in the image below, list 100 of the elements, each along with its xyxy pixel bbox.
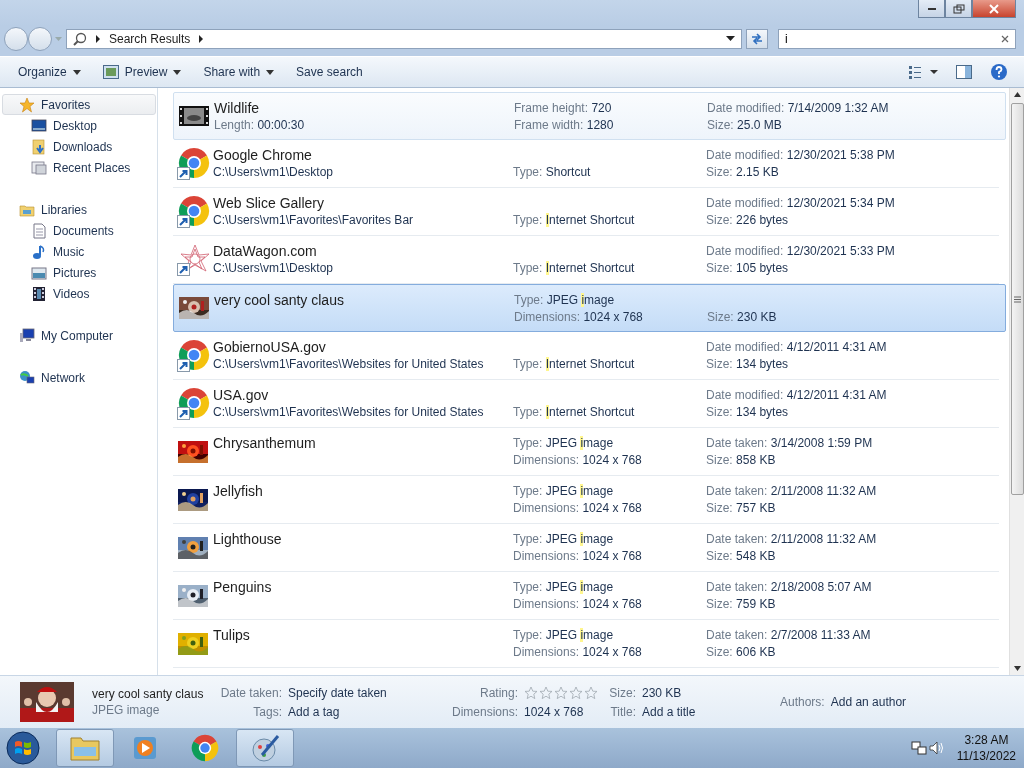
field-label: Size:	[608, 685, 636, 700]
browser-shortcut-icon	[176, 386, 210, 421]
nav-item[interactable]: Pictures	[2, 262, 156, 283]
property-text: Size: 548 KB	[706, 548, 777, 565]
scroll-down-icon[interactable]	[1013, 666, 1021, 671]
nav-item[interactable]: Music	[2, 241, 156, 262]
property-text: Dimensions: 1024 x 768	[513, 596, 643, 613]
document-icon	[31, 222, 47, 239]
toolbar-button[interactable]: Organize	[10, 60, 89, 84]
nav-item[interactable]: Downloads	[2, 136, 156, 157]
rating-stars[interactable]	[524, 685, 598, 700]
nav-item[interactable]: Documents	[2, 220, 156, 241]
property-text: Date taken: 2/11/2008 11:32 AM	[706, 531, 878, 548]
result-row[interactable]: GobiernoUSA.gov C:\Users\vm1\Favorites\Websites for United States Type: Internet Shortcut Date modified: 4/12/2011 4:31 AM Size: 134 bytes	[173, 332, 999, 380]
result-row[interactable]: USA.gov C:\Users\vm1\Favorites\Websites for United States Type: Internet Shortcut Date modified: 4/12/2011 4:31 AM Size: 134 bytes	[173, 380, 999, 428]
property-text: Type: Internet Shortcut	[513, 260, 636, 277]
result-row[interactable]: Google Chrome C:\Users\vm1\Desktop Type: Shortcut Date modified: 12/30/2021 5:38 PM Size: 2.15 KB	[173, 140, 999, 188]
play-icon	[131, 734, 159, 762]
field-value[interactable]: Specify date taken	[288, 685, 387, 700]
chevron-icon[interactable]	[198, 35, 205, 43]
list-view-icon	[908, 65, 938, 79]
caret-icon[interactable]	[726, 36, 735, 42]
volume-icon[interactable]	[928, 740, 945, 756]
toolbar-button[interactable]: Preview	[94, 60, 190, 84]
field-value[interactable]: 230 KB	[642, 685, 682, 700]
result-row[interactable]: Jellyfish Type: JPEG image Dimensions: 1024 x 768 Date taken: 2/11/2008 11:32 AM Size: 757 KB	[173, 476, 999, 524]
property-text: Type: Internet Shortcut	[513, 212, 636, 229]
nav-item[interactable]: Desktop	[2, 115, 156, 136]
file-name: Chrysanthemum	[213, 434, 317, 452]
computer-icon	[19, 327, 35, 344]
file-name: Penguins	[213, 578, 273, 596]
restore-button[interactable]	[945, 0, 972, 18]
property-text: Dimensions: 1024 x 768	[513, 548, 643, 565]
property-text: Size: 226 bytes	[706, 212, 790, 229]
field-label: Rating:	[478, 685, 518, 700]
property-text: Type: Shortcut	[513, 164, 592, 181]
taskbar-app[interactable]	[236, 729, 294, 767]
field-value[interactable]: Add an author	[830, 695, 907, 709]
scroll-up-icon[interactable]	[1013, 92, 1021, 97]
property-text: Date modified: 4/12/2011 4:31 AM	[706, 387, 888, 404]
property-text: Date modified: 7/14/2009 1:32 AM	[707, 100, 890, 117]
image-icon	[31, 264, 47, 281]
caret-icon	[173, 69, 182, 75]
browser-shortcut-icon	[176, 194, 210, 229]
property-text: Date taken: 3/14/2008 1:59 PM	[706, 435, 874, 452]
property-text: Size: 757 KB	[706, 500, 777, 517]
file-detail: Length: 00:00:30	[214, 117, 306, 134]
nav-item[interactable]: Network	[2, 367, 156, 388]
file-name: very cool santy claus	[214, 291, 345, 309]
field-label: Date taken:	[219, 685, 282, 700]
file-name: Web Slice Gallery	[213, 194, 325, 212]
property-text: Size: 230 KB	[707, 309, 778, 326]
address-bar[interactable]: Search Results	[66, 29, 742, 49]
field-value[interactable]: Add a title	[642, 704, 696, 719]
star-shortcut-icon	[176, 242, 210, 277]
field-value[interactable]: 1024 x 768	[524, 704, 584, 719]
field-value[interactable]: Add a tag	[288, 704, 340, 719]
clock-date[interactable]: 11/13/2022	[956, 748, 1016, 764]
start-button[interactable]	[4, 729, 42, 767]
caret-icon	[72, 69, 81, 75]
nav-item[interactable]: Libraries	[2, 199, 156, 220]
result-row[interactable]: Chrysanthemum Type: JPEG image Dimensions: 1024 x 768 Date taken: 3/14/2008 1:59 PM Size: 858 KB	[173, 428, 999, 476]
result-row[interactable]: Wildlife Length: 00:00:30 Frame height: 720 Frame width: 1280 Date modified: 7/14/2009 1:32 AM Size: 25.0 MB	[173, 92, 1006, 140]
scroll-thumb[interactable]	[1010, 103, 1024, 495]
close-button[interactable]	[972, 0, 1016, 18]
field-label: Authors:	[780, 695, 825, 709]
toolbar-button[interactable]: Share with	[195, 60, 283, 84]
result-row[interactable]: Web Slice Gallery C:\Users\vm1\Favorites\Favorites Bar Type: Internet Shortcut Date modified: 12/30/2021 5:34 PM Size: 226 bytes	[173, 188, 999, 236]
file-name: Google Chrome	[213, 146, 313, 164]
result-row[interactable]: Tulips Type: JPEG image Dimensions: 1024 x 768 Date taken: 2/7/2008 11:33 AM Size: 606 KB	[173, 620, 999, 668]
property-text: Date modified: 12/30/2021 5:34 PM	[706, 195, 896, 212]
result-row[interactable]: very cool santy claus Type: JPEG image Dimensions: 1024 x 768 Size: 230 KB	[173, 284, 1006, 332]
file-name: Lighthouse	[213, 530, 283, 548]
result-row[interactable]: Penguins Type: JPEG image Dimensions: 1024 x 768 Date taken: 2/18/2008 5:07 AM Size: 759 KB	[173, 572, 999, 620]
minimize-button[interactable]	[918, 0, 945, 18]
property-text: Dimensions: 1024 x 768	[513, 500, 643, 517]
nav-item[interactable]: Videos	[2, 283, 156, 304]
toolbar-button[interactable]: Save search	[288, 60, 371, 84]
property-text: Frame width: 1280	[514, 117, 615, 134]
property-text: Size: 25.0 MB	[707, 117, 783, 134]
refresh-icon	[750, 33, 764, 45]
refresh-button[interactable]	[746, 29, 768, 49]
clear-icon[interactable]	[1001, 35, 1009, 43]
nav-item[interactable]: Favorites	[2, 94, 156, 115]
nav-item[interactable]: My Computer	[2, 325, 156, 346]
nav-item[interactable]: Recent Places	[2, 157, 156, 178]
file-name: Tulips	[213, 626, 251, 644]
windows-icon	[31, 159, 47, 176]
property-text: Date taken: 2/18/2008 5:07 AM	[706, 579, 873, 596]
scrollbar[interactable]	[1009, 88, 1024, 675]
help-icon	[990, 63, 1008, 81]
clock-time[interactable]: 3:28 AM	[964, 732, 1009, 748]
property-text: Date modified: 12/30/2021 5:33 PM	[706, 243, 896, 260]
network-icon	[19, 369, 35, 386]
result-row[interactable]: Lighthouse Type: JPEG image Dimensions: 1024 x 768 Date taken: 2/11/2008 11:32 AM Size: 548 KB	[173, 524, 999, 572]
property-text: Date modified: 4/12/2011 4:31 AM	[706, 339, 888, 356]
breadcrumb[interactable]: Search Results	[109, 32, 191, 46]
field-label: Tags:	[252, 704, 282, 719]
network-icon[interactable]	[910, 740, 927, 756]
search-field[interactable]: i	[778, 29, 1016, 49]
